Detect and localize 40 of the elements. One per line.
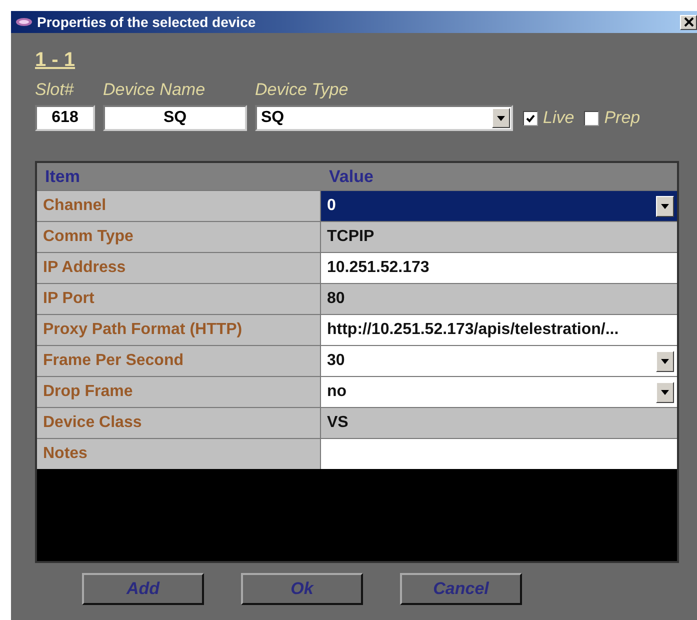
input-field[interactable]: SQ (103, 105, 247, 131)
table-cell: TCPIP (321, 222, 677, 252)
input-cell[interactable]: http://10.251.52.173/apis/telestration/... (321, 315, 677, 345)
checkbox-label: Prep (604, 108, 640, 128)
checkbox[interactable] (584, 110, 600, 126)
dropdown-cell[interactable]: 0 (321, 191, 677, 221)
input-field[interactable]: 618 (35, 105, 95, 131)
dropdown-cell[interactable]: no (321, 377, 677, 407)
column-header: Value (328, 166, 374, 186)
table-cell: IP Port (37, 284, 321, 314)
device-heading: 1 - 1 (35, 49, 76, 72)
checkbox-label: Live (543, 108, 574, 128)
table-cell: Device Class (37, 408, 321, 438)
close-button[interactable] (680, 14, 697, 30)
input-cell[interactable] (321, 439, 677, 469)
table-cell: VS (321, 408, 677, 438)
dropdown-arrow-icon (661, 358, 669, 364)
window-title: Properties of the selected device (37, 14, 257, 30)
field-label: Device Type (255, 80, 350, 100)
dropdown-arrow-icon (497, 116, 505, 120)
close-icon (684, 17, 694, 27)
field-label: Device Name (103, 80, 206, 100)
table-cell: IP Address (37, 253, 321, 283)
app-logo-icon (15, 17, 33, 27)
checkmark-icon (525, 112, 536, 124)
table-cell: Drop Frame (37, 377, 321, 407)
table-cell: Comm Type (37, 222, 321, 252)
dropdown-cell[interactable]: 30 (321, 346, 677, 376)
table-cell: Proxy Path Format (HTTP) (37, 315, 321, 345)
table-cell: Frame Per Second (37, 346, 321, 376)
column-header: Item (44, 166, 81, 186)
dropdown-arrow-icon (661, 204, 669, 208)
input-cell[interactable]: 10.251.52.173 (321, 253, 677, 283)
table-cell: Channel (37, 191, 321, 221)
table-cell: Notes (37, 439, 321, 469)
field-label: Slot# (35, 80, 75, 100)
table-cell: 80 (321, 284, 677, 314)
dropdown-arrow-icon (661, 390, 669, 394)
dropdown-field[interactable]: SQ (255, 105, 513, 131)
checkbox[interactable] (523, 110, 538, 126)
